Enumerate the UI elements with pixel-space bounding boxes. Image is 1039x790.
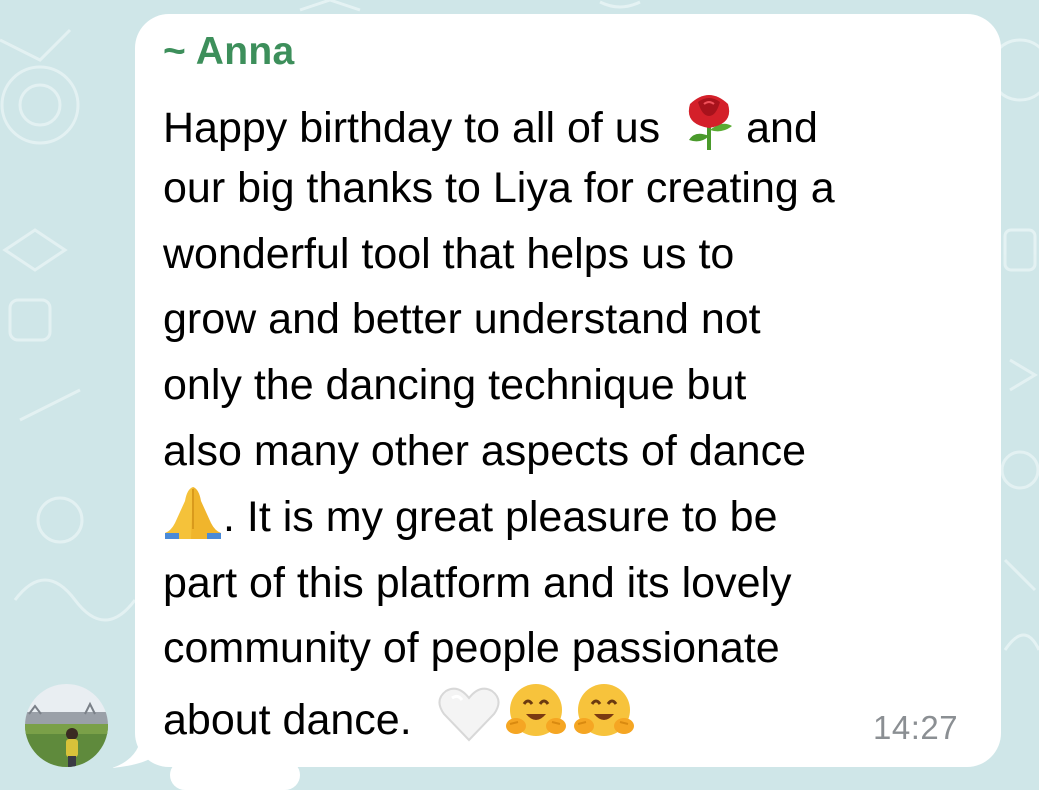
sender-name[interactable]: ~ Anna: [163, 30, 294, 74]
white-heart-icon: [438, 686, 500, 762]
hugging-face-icon: [572, 682, 636, 762]
message-timestamp: 14:27: [873, 709, 959, 746]
hugging-face-icon: [504, 682, 568, 762]
message-text-segment: community of people passionate: [163, 624, 780, 673]
message-line: . It is my great pleasure to be: [163, 485, 983, 551]
message-line: part of this platform and its lovely: [163, 551, 983, 617]
message-line: also many other aspects of dance: [163, 419, 983, 485]
message-line: about dance.: [163, 682, 983, 748]
message-line: only the dancing technique but: [163, 353, 983, 419]
message-text-segment: grow and better understand not: [163, 295, 761, 344]
message-text-segment: part of this platform and its lovely: [163, 558, 792, 607]
message-text-segment: Happy birthday to all of us: [163, 104, 673, 152]
message-line: grow and better understand not: [163, 287, 983, 353]
message-text-segment: and: [746, 104, 818, 152]
message-text-segment: wonderful tool that helps us to: [163, 229, 735, 278]
message-text-segment: only the dancing technique but: [163, 361, 747, 410]
message-line: wonderful tool that helps us to: [163, 222, 983, 288]
message-line: Happy birthday to all of us and: [163, 90, 983, 156]
message-line: community of people passionate: [163, 616, 983, 682]
message-text-segment: about dance.: [163, 696, 424, 745]
avatar-photo-icon: [25, 684, 108, 767]
folded-hands-icon: [163, 485, 223, 559]
sender-avatar[interactable]: [25, 684, 108, 767]
message-text-segment: . It is my great pleasure to be: [223, 492, 778, 541]
message-line: our big thanks to Liya for creating a: [163, 156, 983, 222]
next-message-peek: [170, 760, 300, 790]
message-text-segment: our big thanks to Liya for creating a: [163, 163, 835, 212]
message-text-segment: also many other aspects of dance: [163, 426, 806, 475]
message-text: Happy birthday to all of us and our big t…: [163, 90, 983, 748]
